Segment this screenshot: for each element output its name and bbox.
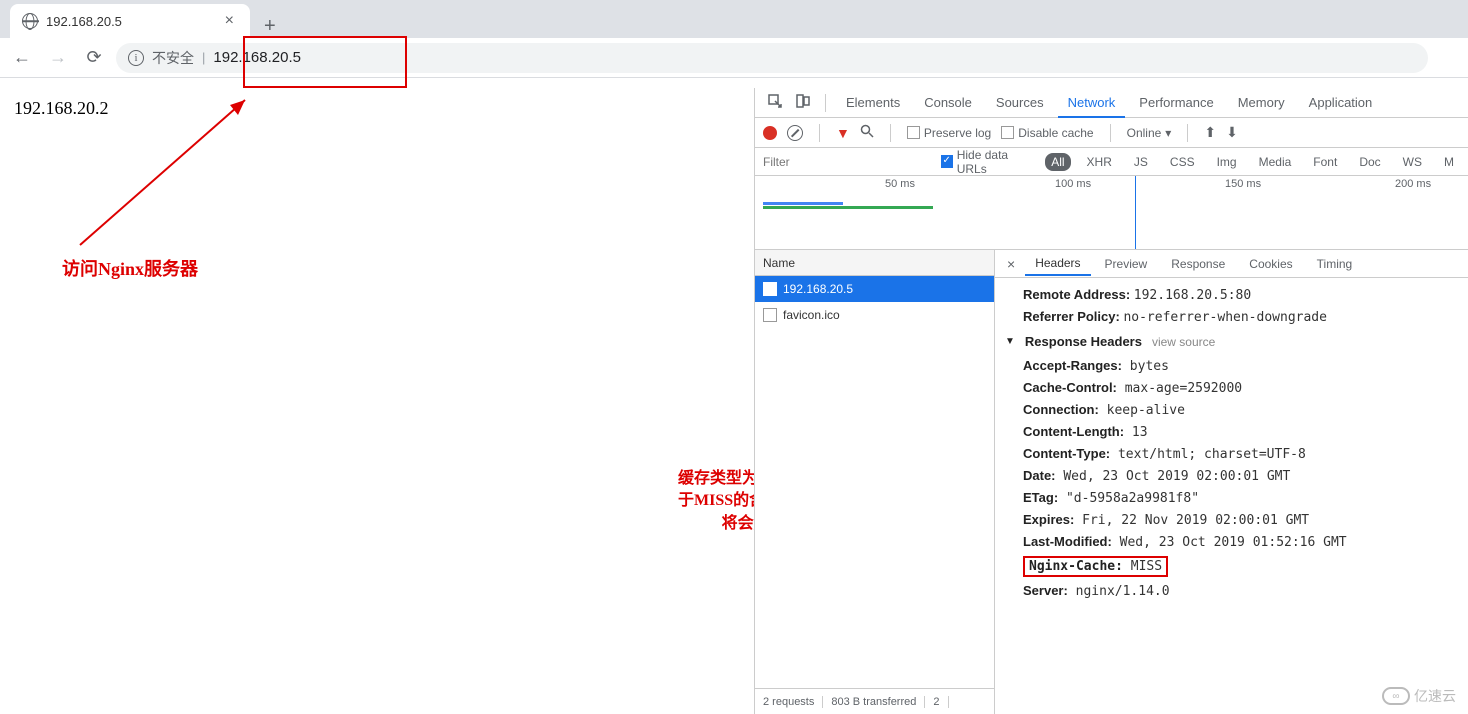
- header-line: Nginx-Cache: MISS: [1005, 553, 1458, 580]
- document-icon: [763, 308, 777, 322]
- status-extra: 2: [925, 696, 948, 708]
- filter-manifest[interactable]: M: [1438, 153, 1460, 171]
- request-name: 192.168.20.5: [783, 282, 853, 296]
- network-toolbar: ▼ Preserve log Disable cache Online▾ ⬆ ⬇: [755, 118, 1468, 148]
- filter-img[interactable]: Img: [1211, 153, 1243, 171]
- header-line: Content-Length: 13: [1005, 421, 1458, 443]
- request-list: Name 192.168.20.5 favicon.ico 2 requests…: [755, 250, 995, 714]
- devtools-tab-bar: Elements Console Sources Network Perform…: [755, 88, 1468, 118]
- forward-button[interactable]: →: [44, 44, 72, 72]
- timeline-tick: 50 ms: [885, 178, 915, 190]
- filter-row: Hide data URLs All XHR JS CSS Img Media …: [755, 148, 1468, 176]
- close-icon[interactable]: ×: [221, 12, 238, 30]
- separator: [1187, 124, 1188, 142]
- close-icon[interactable]: ×: [1001, 256, 1021, 272]
- tab-elements[interactable]: Elements: [836, 89, 910, 116]
- filter-xhr[interactable]: XHR: [1081, 153, 1118, 171]
- request-detail: × Headers Preview Response Cookies Timin…: [995, 250, 1468, 714]
- clear-button[interactable]: [787, 125, 803, 141]
- tab-cookies[interactable]: Cookies: [1239, 253, 1302, 275]
- header-line: Remote Address: 192.168.20.5:80: [1005, 284, 1458, 306]
- request-row[interactable]: favicon.ico: [755, 302, 994, 328]
- page-body-text: 192.168.20.2: [14, 98, 109, 119]
- tab-performance[interactable]: Performance: [1129, 89, 1223, 116]
- document-icon: [763, 282, 777, 296]
- response-headers-section[interactable]: ▼Response Headersview source: [1005, 328, 1458, 355]
- inspect-icon[interactable]: [763, 89, 787, 116]
- separator: [890, 124, 891, 142]
- annotation-text-left: 访问Nginx服务器: [62, 255, 198, 281]
- timeline-tick: 100 ms: [1055, 178, 1091, 190]
- header-line: ETag: "d-5958a2a9981f8": [1005, 487, 1458, 509]
- separator: [825, 94, 826, 112]
- divider: |: [202, 50, 205, 65]
- watermark-text: 亿速云: [1414, 686, 1456, 706]
- filter-media[interactable]: Media: [1253, 153, 1298, 171]
- header-line: Content-Type: text/html; charset=UTF-8: [1005, 443, 1458, 465]
- info-icon[interactable]: i: [128, 50, 144, 66]
- browser-tab-bar: 192.168.20.5 × +: [0, 0, 1468, 38]
- preserve-log-checkbox[interactable]: Preserve log: [907, 126, 991, 140]
- timeline-tick: 200 ms: [1395, 178, 1431, 190]
- annotation-box-nginx-cache: Nginx-Cache: MISS: [1023, 556, 1168, 577]
- download-icon[interactable]: ⬇: [1226, 124, 1238, 141]
- request-name: favicon.ico: [783, 308, 840, 322]
- record-button[interactable]: [763, 126, 777, 140]
- timeline[interactable]: 50 ms 100 ms 150 ms 200 ms: [755, 176, 1468, 250]
- device-icon[interactable]: [791, 89, 815, 116]
- headers-body[interactable]: Remote Address: 192.168.20.5:80 Referrer…: [995, 278, 1468, 714]
- separator: [819, 124, 820, 142]
- tab-network[interactable]: Network: [1058, 89, 1126, 118]
- disable-cache-checkbox[interactable]: Disable cache: [1001, 126, 1093, 140]
- browser-tab[interactable]: 192.168.20.5 ×: [10, 4, 250, 38]
- search-icon[interactable]: [860, 124, 874, 141]
- header-line: Accept-Ranges: bytes: [1005, 355, 1458, 377]
- throttling-select[interactable]: Online▾: [1127, 126, 1172, 140]
- header-line: Cache-Control: max-age=2592000: [1005, 377, 1458, 399]
- status-transferred: 803 B transferred: [823, 696, 925, 708]
- filter-icon[interactable]: ▼: [836, 125, 850, 141]
- watermark: ∞ 亿速云: [1382, 686, 1456, 706]
- filter-ws[interactable]: WS: [1397, 153, 1428, 171]
- network-content: Name 192.168.20.5 favicon.ico 2 requests…: [755, 250, 1468, 714]
- tab-application[interactable]: Application: [1299, 89, 1383, 116]
- hide-data-urls-checkbox[interactable]: Hide data URLs: [941, 148, 1036, 176]
- filter-input[interactable]: [763, 155, 931, 169]
- globe-icon: [22, 13, 38, 29]
- status-bar: 2 requests 803 B transferred 2: [755, 688, 994, 714]
- watermark-icon: ∞: [1382, 687, 1410, 705]
- url-bar: ← → ⟳ i 不安全 | 192.168.20.5: [0, 38, 1468, 78]
- filter-css[interactable]: CSS: [1164, 153, 1201, 171]
- separator: [1110, 124, 1111, 142]
- tab-response[interactable]: Response: [1161, 253, 1235, 275]
- security-label: 不安全: [152, 48, 194, 68]
- status-requests: 2 requests: [755, 696, 823, 708]
- devtools-panel: Elements Console Sources Network Perform…: [754, 88, 1468, 714]
- filter-doc[interactable]: Doc: [1353, 153, 1386, 171]
- detail-tab-bar: × Headers Preview Response Cookies Timin…: [995, 250, 1468, 278]
- upload-icon[interactable]: ⬆: [1204, 124, 1216, 141]
- filter-js[interactable]: JS: [1128, 153, 1154, 171]
- header-line: Connection: keep-alive: [1005, 399, 1458, 421]
- tab-title: 192.168.20.5: [46, 14, 221, 29]
- tab-headers[interactable]: Headers: [1025, 252, 1090, 276]
- request-row[interactable]: 192.168.20.5: [755, 276, 994, 302]
- tab-timing[interactable]: Timing: [1307, 253, 1363, 275]
- header-line: Server: nginx/1.14.0: [1005, 580, 1458, 602]
- header-line: Expires: Fri, 22 Nov 2019 02:00:01 GMT: [1005, 509, 1458, 531]
- new-tab-button[interactable]: +: [250, 15, 290, 38]
- tab-sources[interactable]: Sources: [986, 89, 1054, 116]
- header-line: Referrer Policy: no-referrer-when-downgr…: [1005, 306, 1458, 328]
- tab-console[interactable]: Console: [914, 89, 982, 116]
- filter-all[interactable]: All: [1045, 153, 1070, 171]
- name-column-header[interactable]: Name: [755, 250, 994, 276]
- filter-font[interactable]: Font: [1307, 153, 1343, 171]
- header-line: Date: Wed, 23 Oct 2019 02:00:01 GMT: [1005, 465, 1458, 487]
- header-line: Last-Modified: Wed, 23 Oct 2019 01:52:16…: [1005, 531, 1458, 553]
- tab-preview[interactable]: Preview: [1095, 253, 1158, 275]
- timeline-tick: 150 ms: [1225, 178, 1261, 190]
- back-button[interactable]: ←: [8, 44, 36, 72]
- tab-memory[interactable]: Memory: [1228, 89, 1295, 116]
- reload-button[interactable]: ⟳: [80, 44, 108, 72]
